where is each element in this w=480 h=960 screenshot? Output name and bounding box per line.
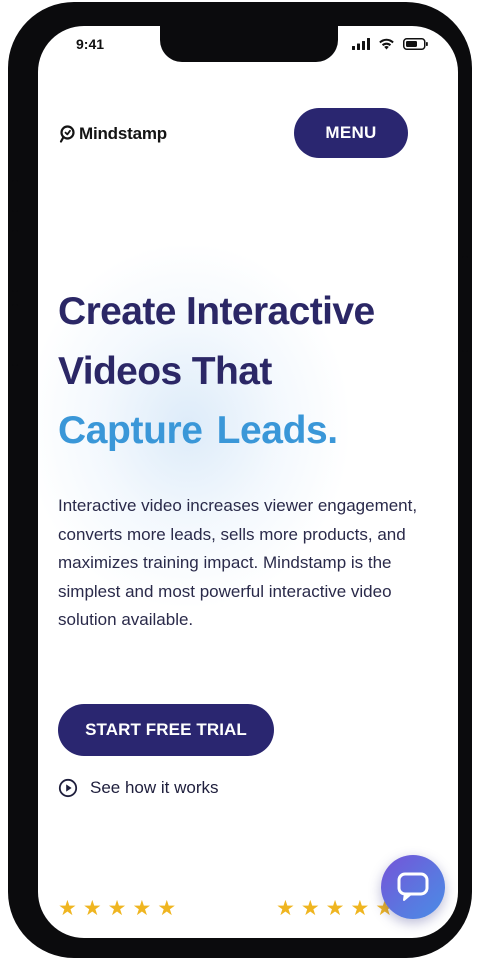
phone-frame: 9:41 Mindstamp MENU Create Interactive V… bbox=[8, 2, 472, 958]
battery-icon bbox=[403, 38, 428, 50]
notch bbox=[160, 26, 338, 62]
volume-down-button bbox=[12, 304, 18, 366]
headline-line-2: Videos That bbox=[58, 350, 272, 393]
accent-word-leads: Leads. bbox=[216, 409, 339, 452]
volume-up-button bbox=[12, 230, 18, 292]
star-icon: ★ bbox=[58, 897, 77, 920]
power-button bbox=[462, 256, 468, 352]
rating-stars-right: ★ ★ ★ ★ ★ bbox=[276, 898, 394, 920]
cellular-signal-icon bbox=[352, 38, 370, 50]
hero-description: Interactive video increases viewer engag… bbox=[58, 496, 418, 629]
see-how-it-works-label: See how it works bbox=[90, 778, 219, 797]
accent-word-capture: Capture bbox=[58, 409, 203, 452]
star-icon: ★ bbox=[325, 897, 345, 920]
star-icon: ★ bbox=[276, 897, 295, 920]
star-icon: ★ bbox=[300, 897, 320, 920]
phone-screen: 9:41 Mindstamp MENU Create Interactive V… bbox=[38, 26, 458, 938]
mindstamp-logo[interactable]: Mindstamp bbox=[58, 124, 167, 144]
headline-accent: Capture Leads. bbox=[58, 406, 338, 456]
play-circle-icon bbox=[58, 778, 78, 798]
mindstamp-logo-icon bbox=[59, 125, 75, 143]
wifi-icon bbox=[379, 38, 394, 50]
star-icon: ★ bbox=[132, 897, 152, 920]
star-icon: ★ bbox=[350, 897, 370, 920]
menu-button[interactable]: MENU bbox=[294, 108, 408, 158]
rating-stars-left: ★ ★ ★ ★ ★ bbox=[58, 898, 176, 920]
logo-text: Mindstamp bbox=[79, 124, 167, 143]
headline-line-1: Create Interactive bbox=[58, 290, 375, 333]
chat-bubble-icon bbox=[397, 872, 429, 901]
status-time: 9:41 bbox=[76, 36, 105, 52]
silent-switch bbox=[12, 180, 18, 212]
chat-button[interactable] bbox=[381, 855, 445, 919]
see-how-it-works-link[interactable]: See how it works bbox=[58, 778, 219, 798]
start-free-trial-button[interactable]: START FREE TRIAL bbox=[58, 704, 274, 756]
star-icon: ★ bbox=[157, 897, 177, 920]
star-icon: ★ bbox=[107, 897, 127, 920]
status-icons bbox=[352, 38, 428, 50]
hero-headline: Create Interactive Videos That bbox=[58, 282, 375, 402]
star-icon: ★ bbox=[82, 897, 102, 920]
